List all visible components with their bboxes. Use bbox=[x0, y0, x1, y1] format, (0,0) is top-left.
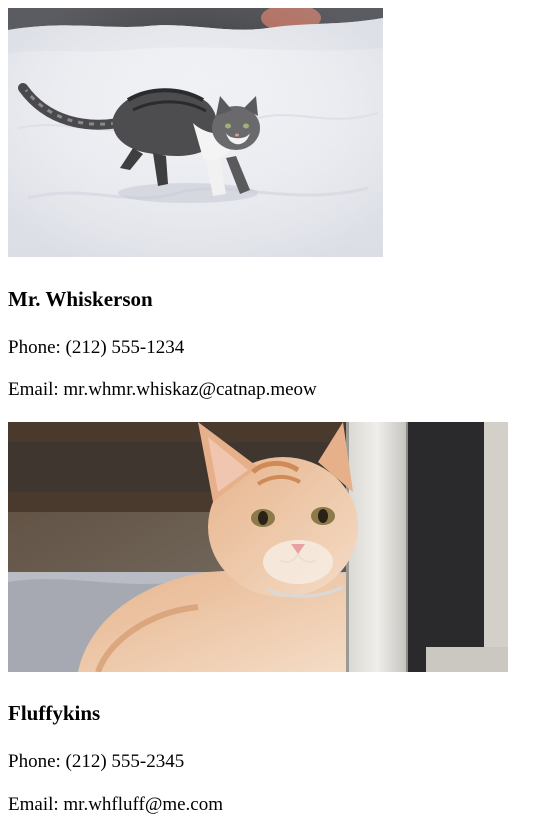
email-value: mr.whmr.whiskaz@catnap.meow bbox=[63, 379, 317, 400]
email-label: Email: bbox=[8, 379, 59, 400]
cat-photo bbox=[8, 422, 508, 672]
contact-phone: Phone: (212) 555-1234 bbox=[8, 337, 184, 359]
phone-value: (212) 555-2345 bbox=[65, 751, 185, 772]
phone-label: Phone: bbox=[8, 337, 61, 358]
phone-value: (212) 555-1234 bbox=[65, 337, 185, 358]
cat-photo bbox=[8, 8, 383, 257]
contact-phone: Phone: (212) 555-2345 bbox=[8, 751, 184, 773]
contact-email: Email: mr.whfluff@me.com bbox=[8, 794, 223, 816]
email-label: Email: bbox=[8, 794, 59, 815]
phone-label: Phone: bbox=[8, 751, 61, 772]
contact-card: Mr. Whiskerson Phone: (212) 555-1234 Ema… bbox=[8, 8, 528, 400]
contact-name: Mr. Whiskerson bbox=[8, 287, 153, 311]
contact-name: Fluffykins bbox=[8, 701, 101, 725]
contact-card: Fluffykins Phone: (212) 555-2345 Email: … bbox=[8, 422, 528, 815]
contact-email: Email: mr.whmr.whiskaz@catnap.meow bbox=[8, 379, 317, 401]
email-value: mr.whfluff@me.com bbox=[63, 794, 224, 815]
